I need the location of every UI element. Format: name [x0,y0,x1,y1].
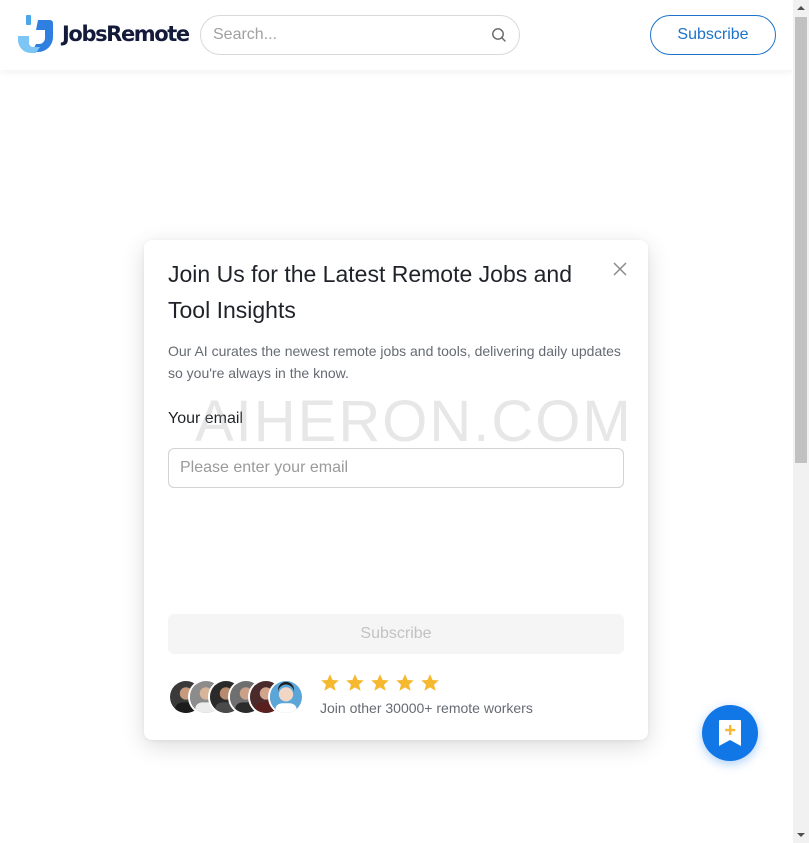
modal-description: Our AI curates the newest remote jobs an… [168,343,621,381]
logo[interactable]: JobsRemote [16,14,190,54]
star-icon [421,674,439,691]
search-input[interactable] [213,26,491,44]
social-proof-text: Join other 30000+ remote workers [320,700,533,716]
star-icon [346,674,364,691]
modal-title: Join Us for the Latest Remote Jobs and T… [168,261,572,323]
header-subscribe-button[interactable]: Subscribe [650,15,776,55]
star-icon [371,674,389,691]
logo-icon [18,15,53,53]
search-box[interactable] [200,15,520,55]
top-header: JobsRemote Subscribe [0,0,793,70]
bookmark-plus-icon [719,720,741,746]
scroll-thumb[interactable] [795,17,807,463]
star-icon [321,674,339,691]
subscribe-modal: Join Us for the Latest Remote Jobs and T… [144,240,648,740]
logo-text: JobsRemote [62,22,190,46]
email-label: Your email [168,410,244,427]
modal-subscribe-button[interactable]: Subscribe [168,614,624,654]
star-icon [396,674,414,691]
close-icon[interactable] [610,259,630,279]
avatar [268,679,304,715]
bookmark-fab-button[interactable] [702,705,758,761]
caret-up-icon [797,6,805,10]
search-icon[interactable] [491,27,507,43]
scroll-down-arrow[interactable] [793,827,809,843]
avatar-group [168,679,308,715]
email-field[interactable] [168,448,624,488]
rating-stars [320,673,445,693]
scroll-up-arrow[interactable] [793,0,809,16]
page-scrollbar[interactable] [793,0,809,843]
caret-down-icon [797,833,805,837]
